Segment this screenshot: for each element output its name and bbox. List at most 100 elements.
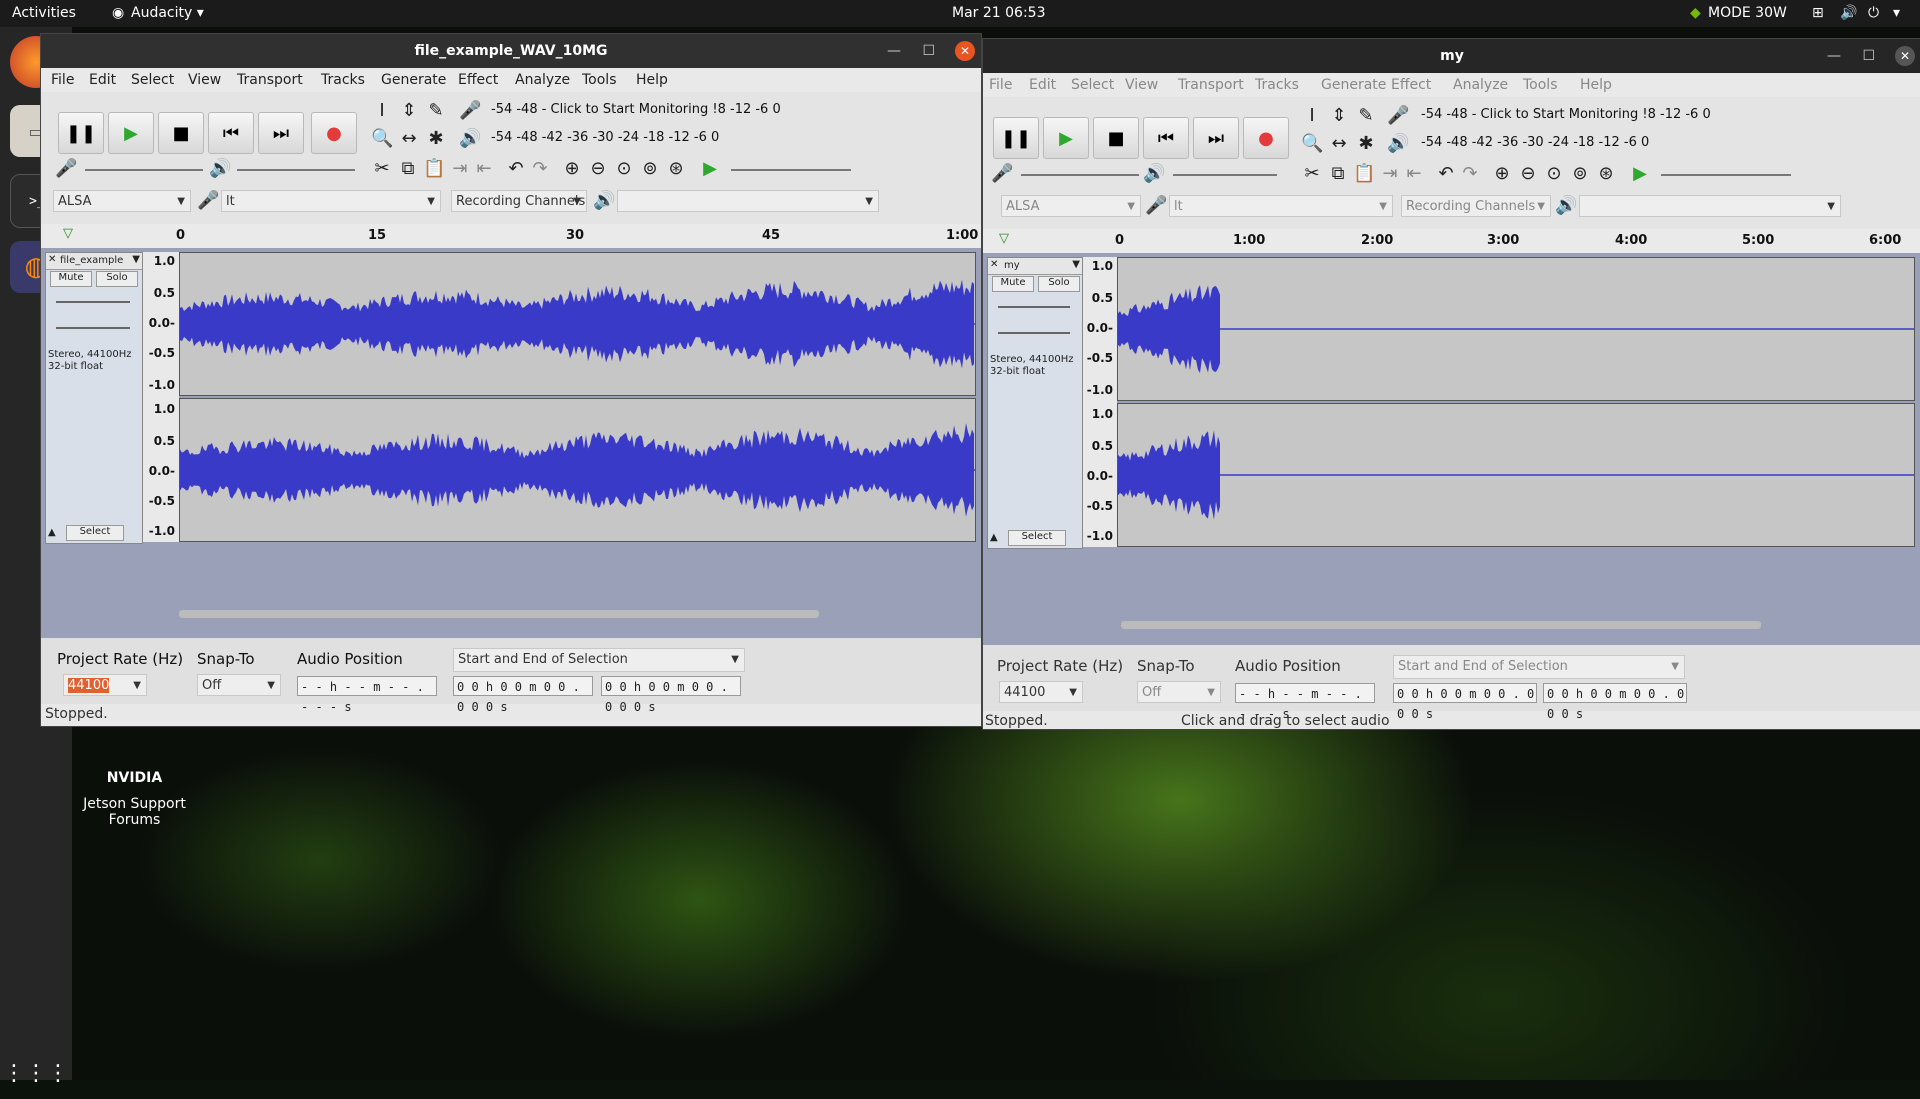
selection-end-field[interactable]: 0 0 h 0 0 m 0 0 . 0 0 0 s: [601, 676, 741, 714]
gain-slider[interactable]: [56, 301, 130, 303]
close-button[interactable]: ✕: [1895, 46, 1915, 66]
play-button[interactable]: ▶: [108, 112, 154, 154]
maximize-button[interactable]: ☐: [922, 34, 935, 68]
selection-tool-icon[interactable]: I: [1301, 105, 1323, 127]
select-track-button[interactable]: Select: [66, 525, 124, 541]
audio-host-select[interactable]: ALSA ▼: [53, 190, 191, 212]
selection-mode-select[interactable]: Start and End of Selection ▼: [453, 648, 745, 672]
multi-tool-icon[interactable]: ✱: [1355, 133, 1377, 155]
menu-transport[interactable]: Transport: [1178, 77, 1244, 93]
play-button[interactable]: ▶: [1043, 117, 1089, 159]
solo-button[interactable]: Solo: [96, 271, 138, 287]
play-at-speed-icon[interactable]: ▶: [1629, 163, 1651, 185]
snap-to-select[interactable]: Off ▼: [1137, 681, 1221, 703]
menu-select[interactable]: Select: [131, 72, 174, 88]
skip-start-button[interactable]: ⏮: [208, 112, 254, 154]
playback-meter-speaker-icon[interactable]: 🔊: [1387, 133, 1409, 155]
paste-icon[interactable]: 📋: [1353, 163, 1375, 185]
waveform-right-channel[interactable]: [179, 398, 976, 542]
clock[interactable]: Mar 21 06:53: [952, 5, 1045, 21]
audio-position-field[interactable]: - - h - - m - - . - - - s: [1235, 683, 1375, 721]
selection-tool-icon[interactable]: I: [371, 100, 393, 122]
pan-slider[interactable]: [56, 327, 130, 329]
network-icon[interactable]: ⊞: [1812, 5, 1824, 21]
draw-tool-icon[interactable]: ✎: [1355, 105, 1377, 127]
audio-position-field[interactable]: - - h - - m - - . - - - s: [297, 676, 437, 714]
collapse-icon[interactable]: ▲: [48, 527, 56, 538]
pause-button[interactable]: ❚❚: [993, 117, 1039, 159]
menu-tools[interactable]: Tools: [1523, 77, 1558, 93]
record-meter-mic-icon[interactable]: 🎤: [1387, 105, 1409, 127]
playback-meter[interactable]: -54 -48 -42 -36 -30 -24 -18 -12 -6 0: [1421, 135, 1649, 150]
menu-effect[interactable]: Effect: [458, 72, 498, 88]
menu-file[interactable]: File: [989, 77, 1012, 93]
record-meter-mic-icon[interactable]: 🎤: [459, 100, 481, 122]
trim-icon[interactable]: ⇥: [449, 158, 471, 180]
project-rate-select[interactable]: 44100 ▼: [999, 681, 1083, 703]
title-bar[interactable]: my — ☐ ✕: [983, 39, 1920, 73]
playback-meter[interactable]: -54 -48 -42 -36 -30 -24 -18 -12 -6 0: [491, 130, 719, 145]
volume-icon[interactable]: 🔊: [1840, 5, 1857, 21]
silence-icon[interactable]: ⇤: [473, 158, 495, 180]
envelope-tool-icon[interactable]: ⇕: [398, 100, 420, 122]
fit-selection-icon[interactable]: ⊙: [1543, 163, 1565, 185]
menu-generate[interactable]: Generate: [381, 72, 446, 88]
play-speed-slider[interactable]: [731, 169, 851, 171]
show-apps-icon[interactable]: ⋮⋮⋮: [3, 1047, 69, 1099]
menu-view[interactable]: View: [1125, 77, 1158, 93]
zoom-out-icon[interactable]: ⊖: [1517, 163, 1539, 185]
zoom-in-icon[interactable]: ⊕: [561, 158, 583, 180]
play-speed-slider[interactable]: [1661, 174, 1791, 176]
record-button[interactable]: ●: [311, 112, 357, 154]
minimize-button[interactable]: —: [1827, 39, 1841, 73]
copy-icon[interactable]: ⧉: [1327, 163, 1349, 185]
menu-view[interactable]: View: [188, 72, 221, 88]
draw-tool-icon[interactable]: ✎: [425, 100, 447, 122]
copy-icon[interactable]: ⧉: [397, 158, 419, 180]
menu-tracks[interactable]: Tracks: [321, 72, 365, 88]
silence-icon[interactable]: ⇤: [1403, 163, 1425, 185]
timeshift-tool-icon[interactable]: ↔: [1328, 133, 1350, 155]
playback-volume-slider[interactable]: [237, 169, 355, 171]
fit-project-icon[interactable]: ⊚: [1569, 163, 1591, 185]
skip-end-button[interactable]: ⏭: [258, 112, 304, 154]
zoom-tool-icon[interactable]: 🔍: [371, 128, 393, 150]
play-at-speed-icon[interactable]: ▶: [699, 158, 721, 180]
menu-help[interactable]: Help: [636, 72, 668, 88]
app-menu[interactable]: Audacity ▾: [131, 5, 204, 21]
menu-file[interactable]: File: [51, 72, 74, 88]
solo-button[interactable]: Solo: [1038, 276, 1080, 292]
mute-button[interactable]: Mute: [992, 276, 1034, 292]
track-area[interactable]: ✕ my ▼ Mute Solo Stereo, 44100Hz 32-bit …: [983, 253, 1920, 645]
stop-button[interactable]: ■: [1093, 117, 1139, 159]
timeline-ruler[interactable]: ▽ 0 15 30 45 1:00: [41, 224, 981, 249]
zoom-tool-icon[interactable]: 🔍: [1301, 133, 1323, 155]
undo-icon[interactable]: ↶: [1435, 163, 1457, 185]
paste-icon[interactable]: 📋: [423, 158, 445, 180]
selection-start-field[interactable]: 0 0 h 0 0 m 0 0 . 0 0 0 s: [1393, 683, 1537, 721]
record-button[interactable]: ●: [1243, 117, 1289, 159]
redo-icon[interactable]: ↷: [1459, 163, 1481, 185]
power-mode[interactable]: MODE 30W: [1708, 5, 1787, 21]
menu-select[interactable]: Select: [1071, 77, 1114, 93]
project-rate-select[interactable]: 44100 ▼: [63, 674, 147, 696]
title-bar[interactable]: file_example_WAV_10MG — ☐ ✕: [41, 34, 981, 68]
fit-project-icon[interactable]: ⊚: [639, 158, 661, 180]
activities-button[interactable]: Activities: [12, 5, 76, 21]
recording-channels-select[interactable]: Recording Channels ▼: [1401, 195, 1551, 217]
menu-edit[interactable]: Edit: [1029, 77, 1056, 93]
amplitude-scale[interactable]: 1.0 0.5 0.0- -0.5 -1.0 1.0 0.5 0.0- -0.5…: [143, 252, 179, 542]
waveform-left-channel[interactable]: [1117, 257, 1915, 401]
envelope-tool-icon[interactable]: ⇕: [1328, 105, 1350, 127]
playback-meter-speaker-icon[interactable]: 🔊: [459, 128, 481, 150]
pan-slider[interactable]: [998, 332, 1070, 334]
menu-analyze[interactable]: Analyze: [515, 72, 570, 88]
multi-tool-icon[interactable]: ✱: [425, 128, 447, 150]
undo-icon[interactable]: ↶: [505, 158, 527, 180]
record-volume-slider[interactable]: [1021, 174, 1139, 176]
menu-effect[interactable]: Effect: [1391, 77, 1431, 93]
horizontal-scrollbar[interactable]: [179, 610, 819, 618]
track-name-menu[interactable]: ✕ file_example ▼: [46, 253, 142, 270]
redo-icon[interactable]: ↷: [529, 158, 551, 180]
close-track-icon[interactable]: ✕: [990, 259, 998, 270]
